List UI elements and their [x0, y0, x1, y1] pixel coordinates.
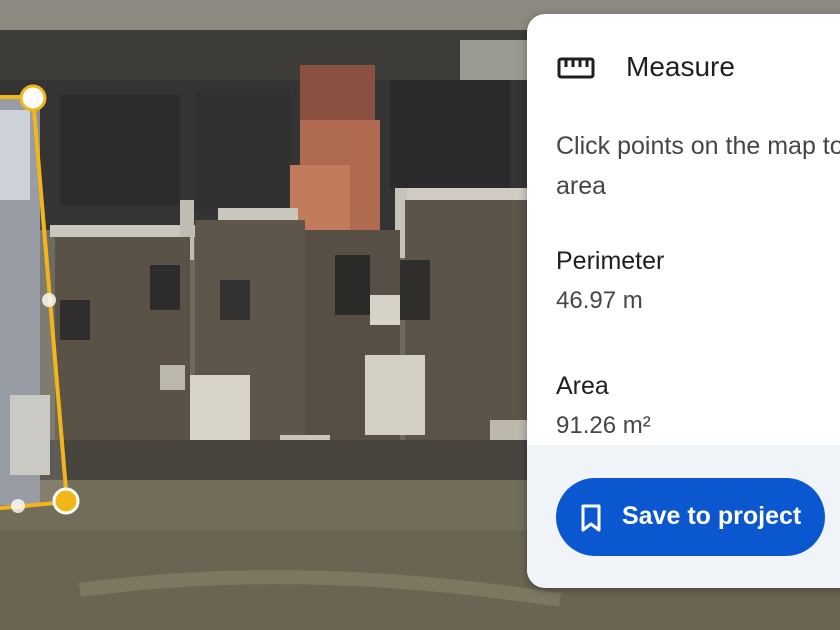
vertex-handle[interactable] [52, 487, 80, 515]
midpoint-handle[interactable] [42, 293, 56, 307]
save-to-project-button[interactable]: Save to project [556, 478, 825, 556]
panel-header: Measure [527, 14, 840, 120]
area-label: Area [556, 372, 609, 400]
measure-panel: Measure Click points on the map to area … [527, 14, 840, 588]
area-value: 91.26 m² [556, 412, 651, 439]
panel-title: Measure [626, 51, 735, 82]
ruler-icon [557, 57, 595, 79]
vertex-handle[interactable] [19, 84, 47, 112]
measure-instructions: Click points on the map to area [556, 132, 840, 200]
bookmark-icon [581, 504, 601, 532]
save-button-label: Save to project [622, 502, 802, 530]
perimeter-value: 46.97 m [556, 287, 643, 314]
midpoint-handle[interactable] [11, 499, 25, 513]
panel-footer: Save to project [527, 445, 840, 588]
perimeter-label: Perimeter [556, 247, 665, 275]
